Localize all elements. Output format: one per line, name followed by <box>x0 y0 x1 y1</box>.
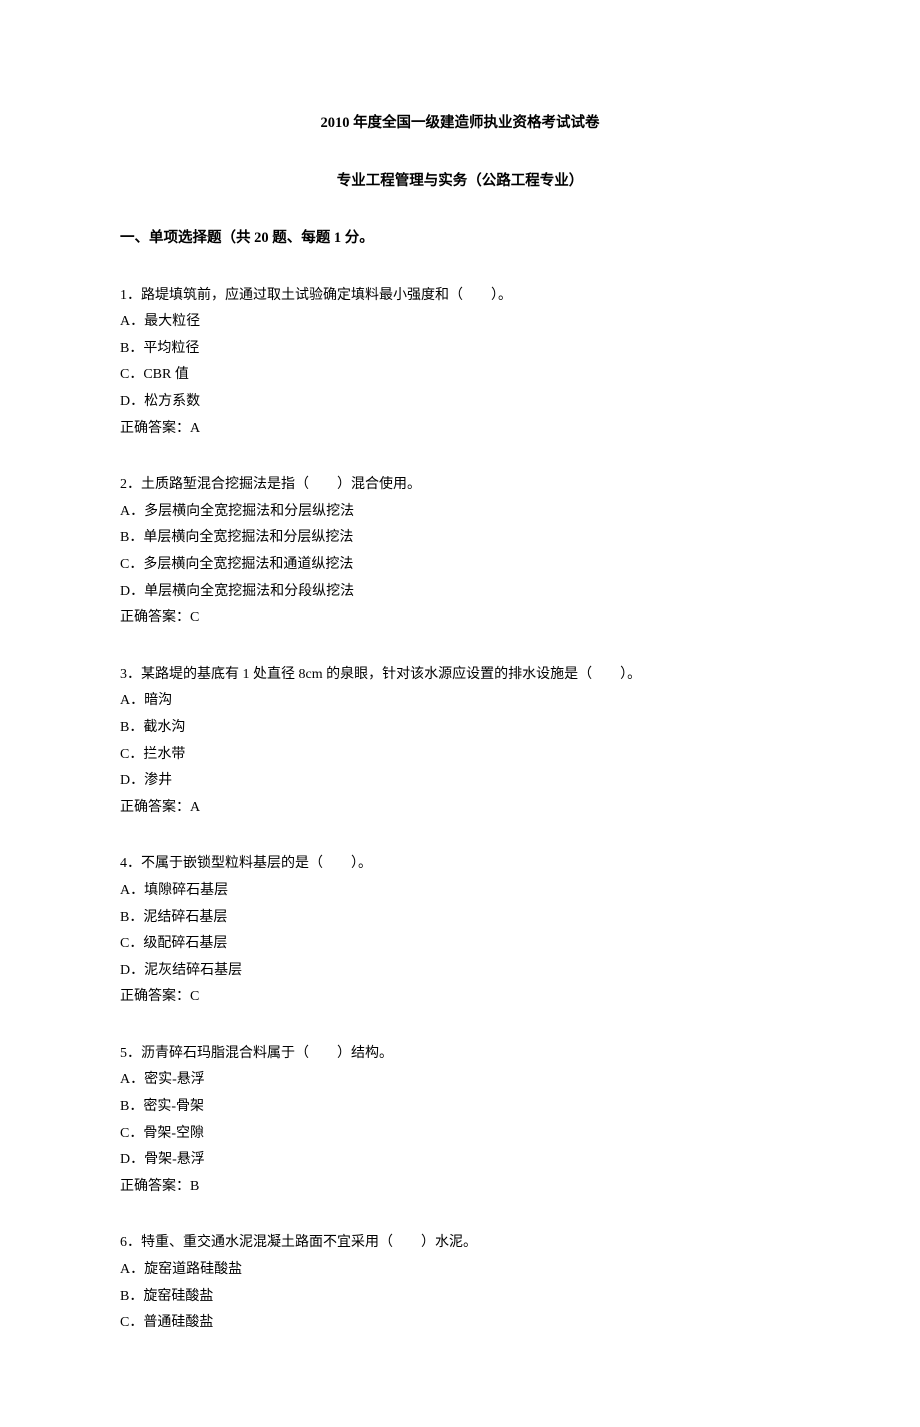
option-a: A．暗沟 <box>120 688 800 715</box>
option-d: D．渗井 <box>120 768 800 795</box>
option-c: C．多层横向全宽挖掘法和通道纵挖法 <box>120 552 800 579</box>
question-stem: 6．特重、重交通水泥混凝土路面不宜采用（ ）水泥。 <box>120 1230 800 1257</box>
option-c: C．拦水带 <box>120 742 800 769</box>
option-b: B．旋窑硅酸盐 <box>120 1284 800 1311</box>
option-b: B．截水沟 <box>120 715 800 742</box>
option-c: C．骨架-空隙 <box>120 1121 800 1148</box>
option-b: B．泥结碎石基层 <box>120 905 800 932</box>
answer-line: 正确答案：C <box>120 984 800 1011</box>
option-d: D．单层横向全宽挖掘法和分段纵挖法 <box>120 579 800 606</box>
answer-value: A <box>190 421 200 436</box>
option-d: D．松方系数 <box>120 389 800 416</box>
answer-label: 正确答案： <box>120 989 190 1004</box>
question-stem: 1．路堤填筑前，应通过取土试验确定填料最小强度和（ ）。 <box>120 283 800 310</box>
answer-label: 正确答案： <box>120 421 190 436</box>
option-b: B．单层横向全宽挖掘法和分层纵挖法 <box>120 525 800 552</box>
option-d: D．泥灰结碎石基层 <box>120 958 800 985</box>
sub-title: 专业工程管理与实务（公路工程专业） <box>120 168 800 196</box>
answer-value: B <box>190 1179 199 1194</box>
option-a: A．最大粒径 <box>120 309 800 336</box>
question-block-2: 2．土质路堑混合挖掘法是指（ ）混合使用。 A．多层横向全宽挖掘法和分层纵挖法 … <box>120 472 800 632</box>
answer-line: 正确答案：A <box>120 795 800 822</box>
question-stem: 4．不属于嵌锁型粒料基层的是（ ）。 <box>120 851 800 878</box>
option-d: D．骨架-悬浮 <box>120 1147 800 1174</box>
answer-line: 正确答案：C <box>120 605 800 632</box>
option-c: C．级配碎石基层 <box>120 931 800 958</box>
option-b: B．密实-骨架 <box>120 1094 800 1121</box>
answer-value: A <box>190 800 200 815</box>
option-a: A．填隙碎石基层 <box>120 878 800 905</box>
answer-label: 正确答案： <box>120 1179 190 1194</box>
answer-line: 正确答案：A <box>120 416 800 443</box>
question-stem: 3．某路堤的基底有 1 处直径 8cm 的泉眼，针对该水源应设置的排水设施是（ … <box>120 662 800 689</box>
answer-label: 正确答案： <box>120 800 190 815</box>
option-a: A．旋窑道路硅酸盐 <box>120 1257 800 1284</box>
answer-value: C <box>190 989 199 1004</box>
answer-label: 正确答案： <box>120 610 190 625</box>
option-a: A．多层横向全宽挖掘法和分层纵挖法 <box>120 499 800 526</box>
question-block-1: 1．路堤填筑前，应通过取土试验确定填料最小强度和（ ）。 A．最大粒径 B．平均… <box>120 283 800 443</box>
answer-value: C <box>190 610 199 625</box>
section-header: 一、单项选择题（共 20 题、每题 1 分。 <box>120 225 800 253</box>
answer-line: 正确答案：B <box>120 1174 800 1201</box>
question-block-5: 5．沥青碎石玛脂混合料属于（ ）结构。 A．密实-悬浮 B．密实-骨架 C．骨架… <box>120 1041 800 1201</box>
option-a: A．密实-悬浮 <box>120 1067 800 1094</box>
question-block-3: 3．某路堤的基底有 1 处直径 8cm 的泉眼，针对该水源应设置的排水设施是（ … <box>120 662 800 822</box>
question-block-4: 4．不属于嵌锁型粒料基层的是（ ）。 A．填隙碎石基层 B．泥结碎石基层 C．级… <box>120 851 800 1011</box>
option-b: B．平均粒径 <box>120 336 800 363</box>
question-stem: 2．土质路堑混合挖掘法是指（ ）混合使用。 <box>120 472 800 499</box>
question-stem: 5．沥青碎石玛脂混合料属于（ ）结构。 <box>120 1041 800 1068</box>
option-c: C．CBR 值 <box>120 362 800 389</box>
option-c: C．普通硅酸盐 <box>120 1310 800 1337</box>
main-title: 2010 年度全国一级建造师执业资格考试试卷 <box>120 110 800 138</box>
question-block-6: 6．特重、重交通水泥混凝土路面不宜采用（ ）水泥。 A．旋窑道路硅酸盐 B．旋窑… <box>120 1230 800 1336</box>
